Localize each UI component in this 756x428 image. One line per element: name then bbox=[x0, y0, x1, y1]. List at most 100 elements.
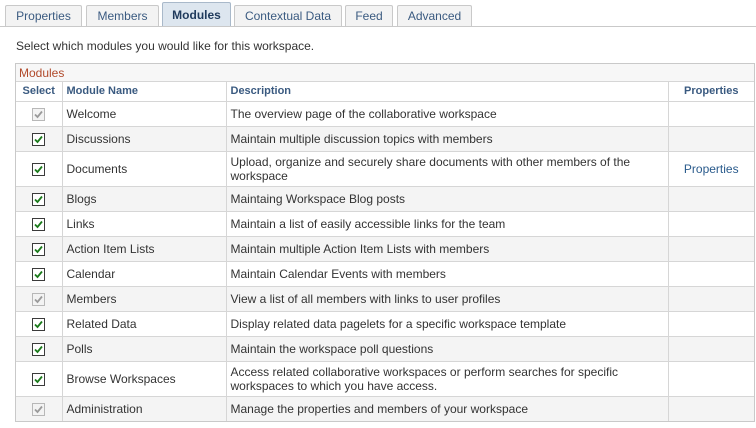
properties-cell bbox=[668, 186, 754, 212]
select-checkbox[interactable] bbox=[32, 267, 46, 281]
select-cell bbox=[16, 336, 63, 362]
select-checkbox[interactable] bbox=[32, 132, 46, 146]
module-name: Administration bbox=[62, 396, 227, 421]
tab-advanced[interactable]: Advanced bbox=[397, 5, 472, 27]
select-checkbox[interactable] bbox=[32, 317, 46, 331]
table-row: Welcome The overview page of the collabor… bbox=[16, 101, 754, 127]
select-checkbox bbox=[32, 107, 46, 121]
tab-properties[interactable]: Properties bbox=[5, 5, 82, 27]
select-cell bbox=[16, 126, 63, 152]
table-row: Members View a list of all members with l… bbox=[16, 286, 754, 312]
modules-table: Select Module Name Description Propertie… bbox=[16, 82, 754, 421]
table-row: Links Maintain a list of easily accessibl… bbox=[16, 211, 754, 237]
table-row: Browse Workspaces Access related collabor… bbox=[16, 361, 754, 397]
module-name: Members bbox=[62, 286, 227, 312]
module-description: Maintaing Workspace Blog posts bbox=[226, 186, 669, 212]
properties-cell bbox=[668, 236, 754, 262]
module-description: Access related collaborative workspaces … bbox=[226, 361, 669, 397]
properties-cell bbox=[668, 211, 754, 237]
select-cell bbox=[16, 151, 63, 187]
tab-bar: Properties Members Modules Contextual Da… bbox=[0, 0, 756, 27]
properties-cell bbox=[668, 101, 754, 127]
checkmark-icon bbox=[34, 375, 43, 383]
tab-divider bbox=[0, 26, 756, 27]
instructions-text: Select which modules you would like for … bbox=[16, 39, 315, 53]
tab-feed[interactable]: Feed bbox=[345, 5, 393, 27]
table-row: Action Item Lists Maintain multiple Actio… bbox=[16, 236, 754, 262]
table-row: Documents Upload, organize and securely s… bbox=[16, 151, 754, 187]
properties-cell bbox=[668, 286, 754, 312]
module-description: Maintain Calendar Events with members bbox=[226, 261, 669, 287]
checkmark-icon bbox=[34, 345, 43, 353]
properties-cell bbox=[668, 361, 754, 397]
module-description: Maintain multiple Action Item Lists with… bbox=[226, 236, 669, 262]
checkmark-icon bbox=[34, 110, 43, 118]
properties-cell: Properties bbox=[668, 151, 754, 187]
properties-cell bbox=[668, 396, 754, 421]
select-cell bbox=[16, 261, 63, 287]
module-description: View a list of all members with links to… bbox=[226, 286, 669, 312]
module-description: Maintain the workspace poll questions bbox=[226, 336, 669, 362]
table-row: Calendar Maintain Calendar Events with me… bbox=[16, 261, 754, 287]
select-cell bbox=[16, 101, 63, 127]
module-name: Related Data bbox=[62, 311, 227, 337]
column-header-properties: Properties bbox=[668, 82, 754, 102]
checkmark-icon bbox=[34, 220, 43, 228]
module-name: Welcome bbox=[62, 101, 227, 127]
module-description: Maintain multiple discussion topics with… bbox=[226, 126, 669, 152]
select-checkbox bbox=[32, 402, 46, 416]
table-row: Discussions Maintain multiple discussion … bbox=[16, 126, 754, 152]
properties-cell bbox=[668, 336, 754, 362]
module-name: Blogs bbox=[62, 186, 227, 212]
column-header-select: Select bbox=[16, 82, 63, 102]
table-row: Administration Manage the properties and … bbox=[16, 396, 754, 421]
module-description: Maintain a list of easily accessible lin… bbox=[226, 211, 669, 237]
select-checkbox bbox=[32, 292, 46, 306]
checkmark-icon bbox=[34, 195, 43, 203]
module-name: Calendar bbox=[62, 261, 227, 287]
checkmark-icon bbox=[34, 320, 43, 328]
checkmark-icon bbox=[34, 295, 43, 303]
module-name: Links bbox=[62, 211, 227, 237]
checkmark-icon bbox=[34, 165, 43, 173]
checkmark-icon bbox=[34, 405, 43, 414]
properties-cell bbox=[668, 126, 754, 152]
select-cell bbox=[16, 186, 63, 212]
select-cell bbox=[16, 396, 63, 421]
properties-cell bbox=[668, 311, 754, 337]
tab-members[interactable]: Members bbox=[86, 5, 159, 27]
module-name: Action Item Lists bbox=[62, 236, 227, 262]
table-row: Blogs Maintaing Workspace Blog posts bbox=[16, 186, 754, 212]
select-cell bbox=[16, 286, 63, 312]
select-checkbox[interactable] bbox=[32, 242, 46, 256]
checkmark-icon bbox=[34, 245, 43, 253]
select-cell bbox=[16, 211, 63, 237]
select-checkbox[interactable] bbox=[32, 162, 46, 176]
module-description: The overview page of the collaborative w… bbox=[226, 101, 669, 127]
module-description: Manage the properties and members of you… bbox=[226, 396, 669, 421]
tab-modules[interactable]: Modules bbox=[162, 2, 231, 27]
checkmark-icon bbox=[34, 270, 43, 278]
select-checkbox[interactable] bbox=[32, 342, 46, 356]
table-row: Polls Maintain the workspace poll questio… bbox=[16, 336, 754, 362]
grid-title: Modules bbox=[16, 64, 754, 82]
column-header-module-name: Module Name bbox=[62, 82, 227, 102]
select-checkbox[interactable] bbox=[32, 217, 46, 231]
module-description: Display related data pagelets for a spec… bbox=[226, 311, 669, 337]
table-row: Related Data Display related data pagelet… bbox=[16, 311, 754, 337]
tab-contextual-data[interactable]: Contextual Data bbox=[234, 5, 342, 27]
module-name: Discussions bbox=[62, 126, 227, 152]
select-checkbox[interactable] bbox=[32, 372, 46, 386]
properties-cell bbox=[668, 261, 754, 287]
select-checkbox[interactable] bbox=[32, 192, 46, 206]
module-name: Documents bbox=[62, 151, 227, 187]
select-cell bbox=[16, 311, 63, 337]
module-description: Upload, organize and securely share docu… bbox=[226, 151, 669, 187]
select-cell bbox=[16, 361, 63, 397]
modules-grid: Modules Select Module Name Description P… bbox=[15, 63, 755, 422]
module-name: Browse Workspaces bbox=[62, 361, 227, 397]
column-header-description: Description bbox=[226, 82, 669, 102]
module-name: Polls bbox=[62, 336, 227, 362]
properties-link[interactable]: Properties bbox=[684, 162, 739, 176]
select-cell bbox=[16, 236, 63, 262]
